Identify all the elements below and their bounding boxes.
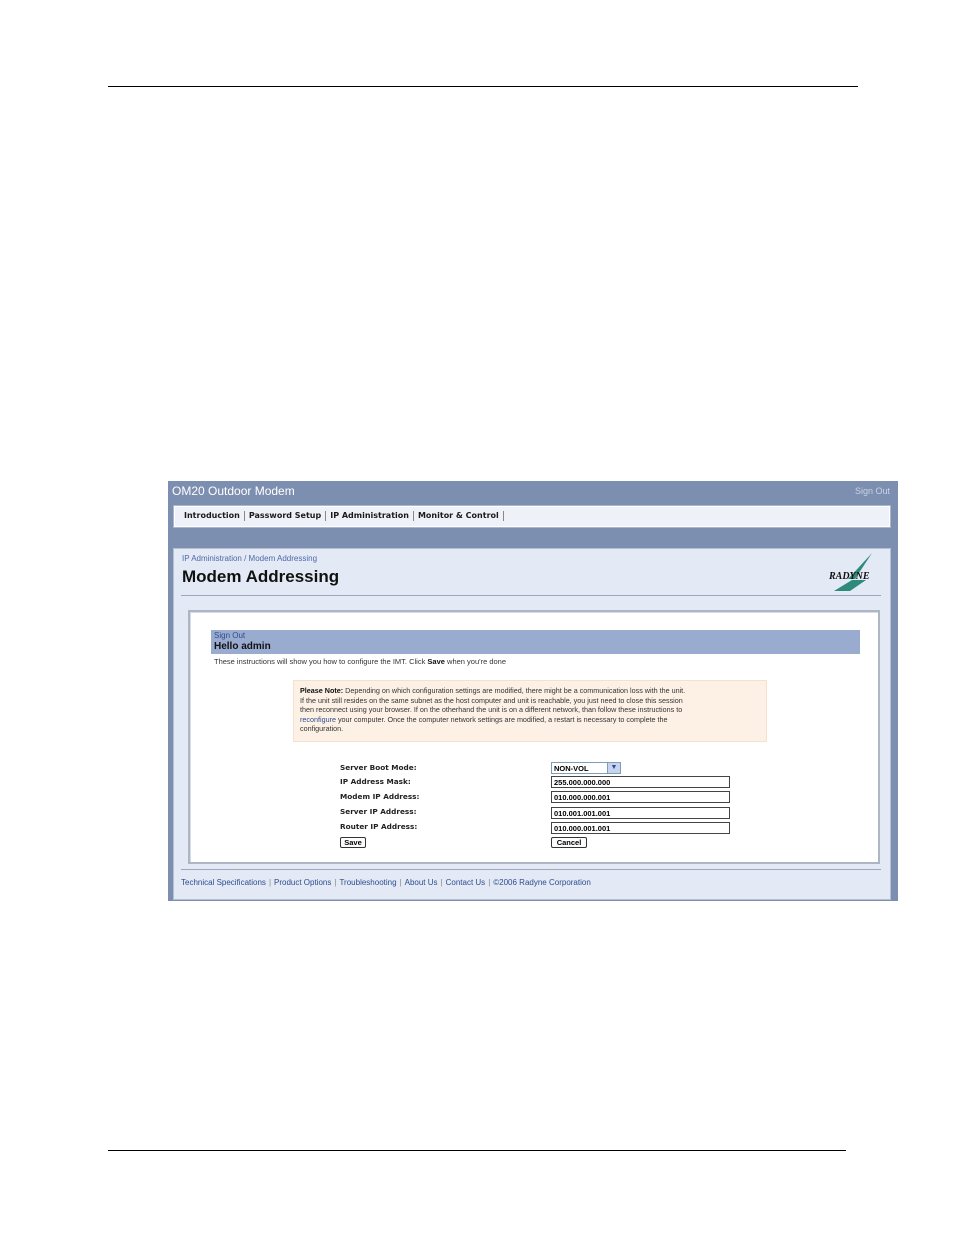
page-title: Modem Addressing: [182, 567, 340, 586]
ip-mask-label: IP Address Mask:: [340, 777, 411, 786]
router-ip-input[interactable]: 010.000.001.001: [551, 822, 730, 834]
router-ip-label: Router IP Address:: [340, 822, 418, 831]
boot-mode-label: Server Boot Mode:: [340, 763, 417, 772]
instructions-text: These instructions will show you how to …: [214, 657, 507, 666]
main-content: IP Administration / Modem Addressing Mod…: [173, 548, 891, 900]
save-button[interactable]: Save: [340, 837, 366, 848]
modem-ip-input[interactable]: 010.000.000.001: [551, 791, 730, 803]
note-heading: Please Note:: [300, 686, 344, 695]
app-header: OM20 Outdoor Modem Sign Out: [168, 481, 898, 503]
logo-text: RADYNE: [828, 571, 870, 582]
title-divider: [181, 595, 881, 596]
footer-link-about-us[interactable]: About Us: [405, 878, 438, 887]
breadcrumb[interactable]: IP Administration / Modem Addressing: [182, 554, 317, 563]
page-footer-rule: [108, 1150, 846, 1151]
boot-mode-select[interactable]: NON-VOL ▼: [551, 762, 621, 774]
server-ip-input[interactable]: 010.001.001.001: [551, 807, 730, 819]
warning-note: Please Note: Depending on which configur…: [293, 680, 767, 742]
app-title: OM20 Outdoor Modem: [172, 484, 295, 498]
footer-link-troubleshooting[interactable]: Troubleshooting: [339, 878, 396, 887]
nav-monitor-control[interactable]: Monitor & Control: [414, 511, 504, 521]
modem-ip-label: Modem IP Address:: [340, 792, 420, 801]
main-nav: Introduction Password Setup IP Administr…: [173, 505, 891, 528]
page-header-rule: [108, 86, 858, 87]
greeting-sign-out-link[interactable]: Sign Out: [214, 631, 245, 640]
footer-divider: [181, 869, 881, 870]
greeting-bar: Sign Out Hello admin: [211, 630, 860, 654]
server-ip-label: Server IP Address:: [340, 807, 417, 816]
form-panel: Sign Out Hello admin These instructions …: [188, 610, 880, 864]
footer-copyright: ©2006 Radyne Corporation: [493, 878, 591, 887]
footer-links: Technical Specifications | Product Options…: [181, 878, 591, 887]
radyne-logo: RADYNE: [828, 553, 872, 591]
nav-password-setup[interactable]: Password Setup: [245, 511, 327, 521]
reconfigure-link[interactable]: reconfigure: [300, 715, 336, 724]
chevron-down-icon[interactable]: ▼: [607, 763, 620, 773]
nav-introduction[interactable]: Introduction: [180, 511, 245, 521]
greeting-text: Hello admin: [214, 641, 271, 652]
ip-mask-input[interactable]: 255.000.000.000: [551, 776, 730, 788]
footer-link-product-options[interactable]: Product Options: [274, 878, 331, 887]
header-sign-out-link[interactable]: Sign Out: [855, 486, 890, 496]
footer-link-technical-specifications[interactable]: Technical Specifications: [181, 878, 266, 887]
nav-ip-administration[interactable]: IP Administration: [326, 511, 414, 521]
browser-screenshot: OM20 Outdoor Modem Sign Out Introduction…: [168, 481, 898, 901]
footer-link-contact-us[interactable]: Contact Us: [446, 878, 486, 887]
cancel-button[interactable]: Cancel: [551, 837, 587, 848]
